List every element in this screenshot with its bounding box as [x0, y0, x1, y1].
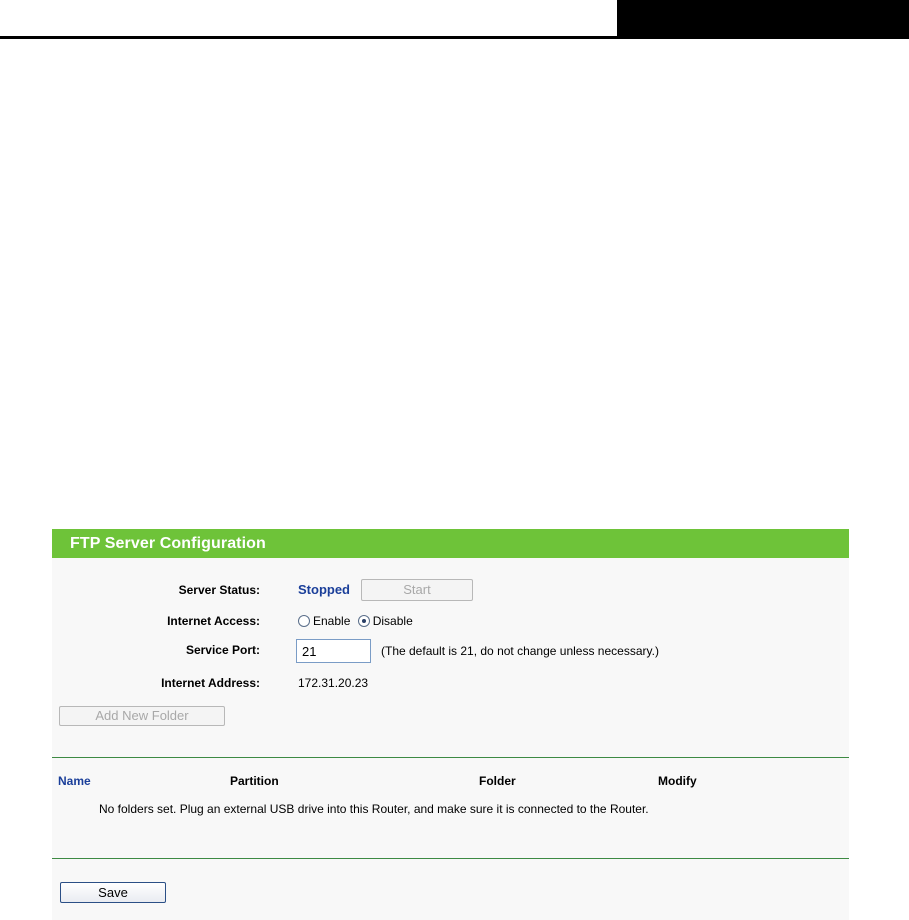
column-header-modify: Modify [658, 774, 697, 788]
disable-radio[interactable] [357, 615, 370, 627]
save-button[interactable]: Save [60, 882, 166, 903]
column-header-name: Name [58, 774, 91, 788]
enable-radio[interactable] [298, 615, 310, 627]
no-folders-message: No folders set. Plug an external USB dri… [99, 802, 649, 816]
service-port-input[interactable] [296, 639, 371, 663]
service-port-row: Service Port: (The default is 21, do not… [52, 639, 849, 663]
server-status-value: Stopped [298, 582, 350, 597]
ftp-config-panel: FTP Server Configuration Server Status: … [52, 529, 849, 920]
service-port-label: Service Port: [185, 643, 260, 657]
table-top-divider [52, 757, 849, 758]
internet-address-value: 172.31.20.23 [298, 676, 369, 690]
server-status-label: Server Status: [178, 583, 260, 597]
internet-address-label: Internet Address: [161, 676, 260, 690]
service-port-note: (The default is 21, do not change unless… [381, 644, 659, 658]
header-black-block [617, 0, 909, 39]
column-header-folder: Folder [479, 774, 516, 788]
internet-access-options: Enable Disable [298, 614, 417, 628]
table-bottom-divider [52, 858, 849, 859]
panel-title: FTP Server Configuration [70, 535, 266, 552]
internet-access-label: Internet Access: [167, 614, 260, 628]
internet-address-row: Internet Address: 172.31.20.23 [52, 672, 849, 696]
internet-access-row: Internet Access: Enable Disable [52, 610, 849, 634]
add-new-folder-button[interactable]: Add New Folder [59, 706, 225, 726]
column-header-partition: Partition [230, 774, 279, 788]
start-button[interactable]: Start [361, 579, 473, 601]
disable-radio-label[interactable]: Disable [373, 614, 413, 628]
panel-header: FTP Server Configuration [52, 529, 849, 558]
server-status-row: Server Status: Stopped Start [52, 579, 849, 603]
enable-radio-label[interactable]: Enable [313, 614, 350, 628]
header-rule [0, 36, 622, 39]
